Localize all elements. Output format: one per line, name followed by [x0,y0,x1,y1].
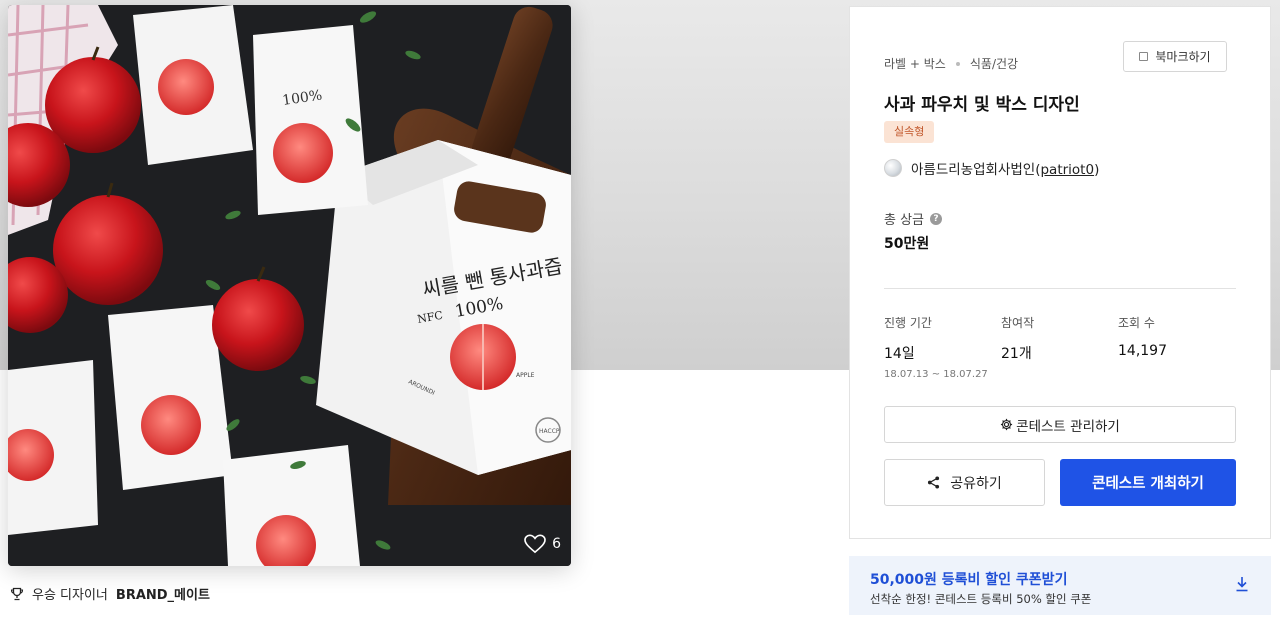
host-avatar [884,159,902,177]
bookmark-icon [1139,52,1149,61]
manage-label: 콘테스트 관리하기 [1016,418,1120,435]
apple-pouch-photo: 씨를 뺀 통사과즙 NFC 100% APPLE AROUNDI HACCP 1… [8,5,571,566]
stat-entries: 참여작 21개 [1001,314,1034,363]
category-label[interactable]: 라벨 + 박스 [884,55,946,72]
entries-value: 21개 [1001,346,1032,362]
help-icon[interactable]: ? [930,212,943,225]
stat-period: 진행 기간 14일 18.07.13 ~ 18.07.27 [884,314,988,380]
prize-label-text: 총 상금 [884,213,925,228]
pouch-bottom-center [223,445,360,566]
stat-views: 조회 수 14,197 [1118,314,1167,359]
period-dates: 18.07.13 ~ 18.07.27 [884,369,988,380]
host-info[interactable]: 아름드리농업회사법인(patriot0) [884,158,1099,178]
share-label: 공유하기 [950,475,1002,492]
bookmark-label: 북마크하기 [1155,50,1211,64]
manage-contest-button[interactable]: 콘테스트 관리하기 [884,406,1236,443]
share-button[interactable]: 공유하기 [884,459,1045,506]
contest-info-panel: 라벨 + 박스 식품/건강 북마크하기 사과 파우치 및 박스 디자인 실속형 … [849,6,1271,539]
bookmark-button[interactable]: 북마크하기 [1123,41,1227,72]
like-button[interactable]: 6 [524,534,561,554]
divider [884,288,1236,289]
coupon-banner[interactable]: 50,000원 등록비 할인 쿠폰받기 선착순 한정! 콘테스트 등록비 50%… [849,556,1271,615]
period-label: 진행 기간 [884,316,932,330]
views-label: 조회 수 [1118,316,1155,330]
prize-label: 총 상금 ? [884,209,943,228]
pouch-bottom-left [8,360,98,535]
entries-label: 참여작 [1001,316,1035,330]
box-haccp-text: HACCP [539,428,560,435]
tier-badge: 실속형 [884,121,935,143]
prize-value: 50만원 [884,236,930,252]
period-value: 14일 [884,346,915,362]
box-apple-text: APPLE [516,372,535,379]
download-icon[interactable] [1235,576,1249,592]
breadcrumb-separator [955,61,960,66]
like-count: 6 [552,536,561,552]
contest-title: 사과 파우치 및 박스 디자인 [884,95,1080,115]
views-value: 14,197 [1118,343,1167,359]
trophy-icon [10,587,24,600]
heart-icon [524,534,546,554]
host-id-close-paren: ) [1094,162,1100,178]
pouch-top-left [133,5,253,165]
host-name: 아름드리농업회사법인 [911,162,1036,178]
coupon-subtitle: 선착순 한정! 콘테스트 등록비 50% 할인 쿠폰 [870,592,1092,606]
category-breadcrumb: 라벨 + 박스 식품/건강 [884,55,1018,72]
winner-name[interactable]: BRAND_메이트 [116,584,210,603]
coupon-title: 50,000원 등록비 할인 쿠폰받기 [870,572,1068,588]
winner-info: 우승 디자이너 BRAND_메이트 [10,584,210,603]
share-icon [928,476,940,489]
subcategory-label[interactable]: 식품/건강 [970,55,1018,72]
host-id[interactable]: patriot0 [1040,162,1094,178]
contest-image[interactable]: 씨를 뺀 통사과즙 NFC 100% APPLE AROUNDI HACCP 1… [8,5,571,566]
winner-prefix: 우승 디자이너 [32,588,108,603]
gear-icon [1001,418,1013,431]
host-contest-button[interactable]: 콘테스트 개최하기 [1060,459,1236,506]
